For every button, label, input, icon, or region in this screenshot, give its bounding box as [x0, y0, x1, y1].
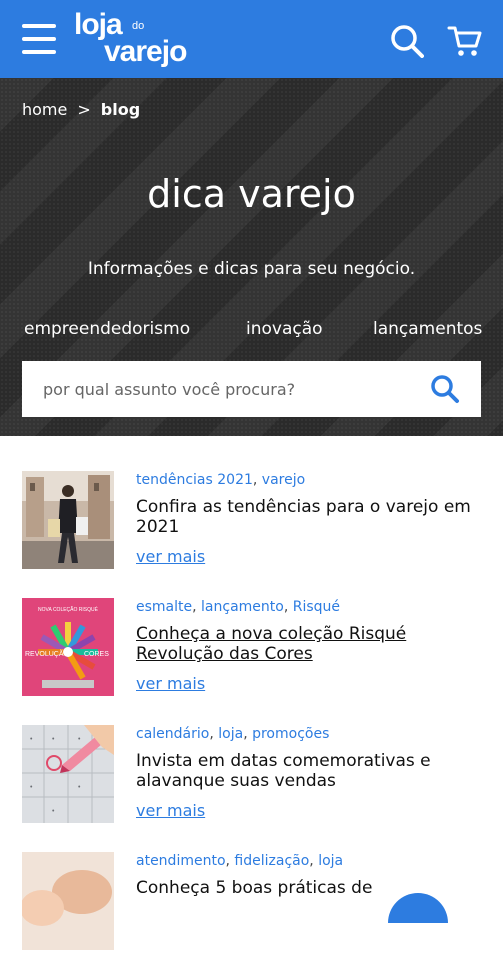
post-item: • • • • • • calendário, loja, promoções Invi… [0, 725, 503, 835]
post-tags: esmalte, lançamento, Risqué [136, 599, 341, 615]
brand-logo[interactable]: loja do varejo [74, 10, 214, 70]
tag-link[interactable]: fidelização [234, 853, 309, 869]
category-link-inovacao[interactable]: inovação [246, 318, 323, 340]
read-more-link[interactable]: ver mais [136, 547, 205, 567]
page-subtitle: Informações e dicas para seu negócio. [87, 259, 416, 279]
post-title[interactable]: Confira as tendências para o varejo em 2… [136, 497, 486, 537]
tag-link[interactable]: esmalte [136, 599, 192, 615]
menu-icon[interactable] [22, 24, 56, 54]
category-link-lancamentos[interactable]: lançamentos [373, 318, 482, 340]
tag-link[interactable]: Risqué [293, 599, 340, 615]
thumb-caption-left: REVOLUÇÃO [25, 649, 70, 658]
breadcrumb-separator: > [77, 100, 91, 119]
tag-link[interactable]: varejo [262, 472, 305, 488]
tag-link[interactable]: tendências 2021 [136, 472, 253, 488]
logo-text-do: do [132, 20, 145, 32]
thumb-caption-top: NOVA COLEÇÃO RISQUÉ [38, 606, 99, 613]
tag-link[interactable]: atendimento [136, 853, 226, 869]
read-more-link[interactable]: ver mais [136, 801, 205, 821]
search-submit-icon[interactable] [430, 374, 460, 404]
breadcrumb-current: blog [100, 100, 141, 119]
post-item: tendências 2021, varejo Confira as tendê… [0, 471, 503, 581]
thumb-caption-right: CORES [84, 651, 109, 658]
search-icon[interactable] [390, 24, 424, 58]
tag-link[interactable]: loja [218, 726, 243, 742]
post-tags: calendário, loja, promoções [136, 726, 330, 742]
search-box [22, 361, 481, 417]
read-more-link[interactable]: ver mais [136, 674, 205, 694]
breadcrumb: home > blog [22, 100, 140, 120]
tag-link[interactable]: lançamento [201, 599, 284, 615]
post-title[interactable]: Invista em datas comemorativas e alavanq… [136, 751, 486, 791]
top-header: loja do varejo [0, 0, 503, 78]
post-thumbnail-service[interactable] [22, 852, 114, 950]
breadcrumb-home[interactable]: home [22, 100, 67, 119]
post-thumbnail-calendar[interactable]: • • • • • • [22, 725, 114, 823]
cart-icon[interactable] [447, 24, 483, 58]
post-item: NOVA COLEÇÃO RISQUÉ REVOLUÇÃO CORES esma… [0, 598, 503, 708]
post-tags: atendimento, fidelização, loja [136, 853, 344, 869]
post-thumbnail-risque[interactable]: NOVA COLEÇÃO RISQUÉ REVOLUÇÃO CORES [22, 598, 114, 696]
post-thumbnail-shopping[interactable] [22, 471, 114, 569]
tag-link[interactable]: promoções [252, 726, 329, 742]
post-tags: tendências 2021, varejo [136, 472, 306, 488]
category-link-empreendedorismo[interactable]: empreendedorismo [24, 318, 190, 340]
search-input[interactable] [22, 361, 433, 417]
tag-link[interactable]: loja [318, 853, 343, 869]
logo-text-varejo: varejo [104, 35, 187, 68]
post-title[interactable]: Conheça a nova coleção Risqué Revolução … [136, 624, 486, 664]
hero-banner: home > blog dica varejo Informações e dica… [0, 78, 503, 436]
tag-link[interactable]: calendário [136, 726, 209, 742]
page-title: dica varejo [147, 172, 356, 216]
post-title[interactable]: Conheça 5 boas práticas de [136, 878, 486, 898]
